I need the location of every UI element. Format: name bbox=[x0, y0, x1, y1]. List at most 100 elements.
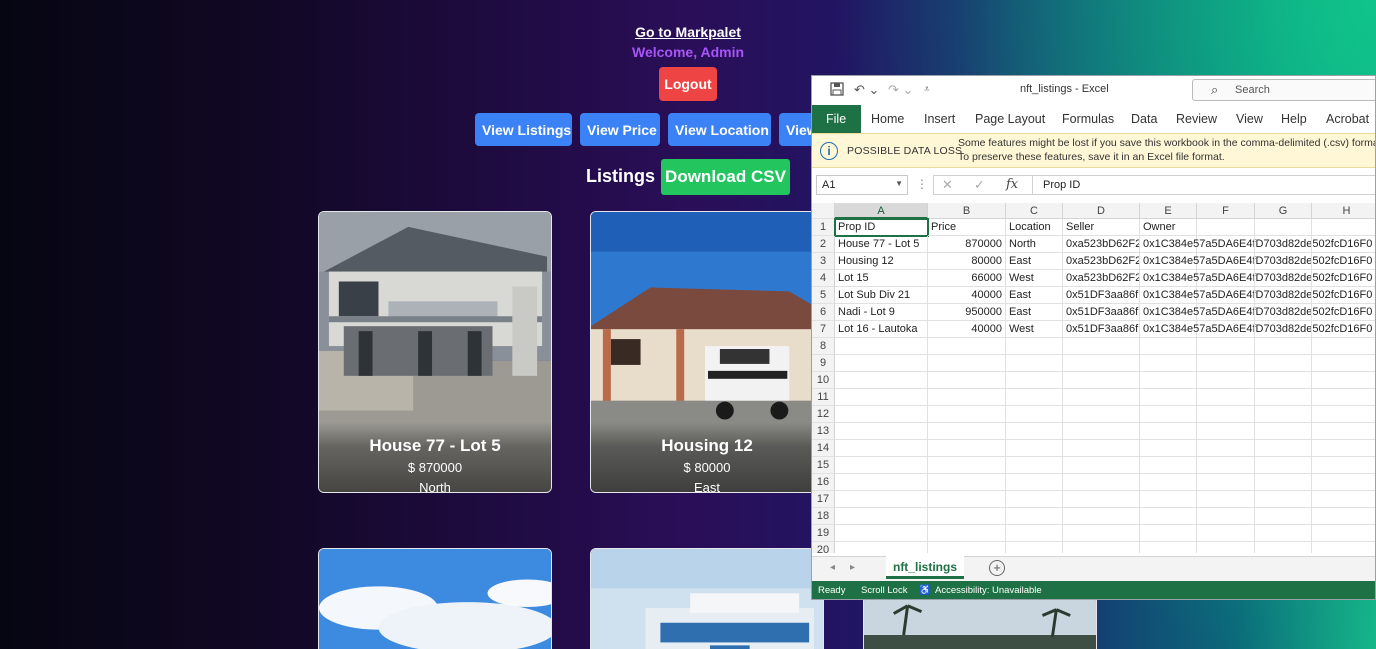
grid-cell[interactable] bbox=[1197, 406, 1255, 423]
grid-cell[interactable]: 40000 bbox=[928, 321, 1006, 338]
grid-cell[interactable] bbox=[1197, 355, 1255, 372]
grid-cell[interactable]: 0x1C384e57a5DA6E4fD703d82de502fcD16F0 bbox=[1140, 236, 1372, 253]
column-header[interactable]: G bbox=[1255, 203, 1312, 219]
grid-cell[interactable] bbox=[1197, 236, 1255, 253]
tab-help[interactable]: Help bbox=[1281, 105, 1307, 133]
formula-input[interactable]: Prop ID bbox=[1033, 175, 1375, 195]
grid-cell[interactable]: 0x1C384e57a5DA6E4fD703d82de502fcD16F0 bbox=[1140, 270, 1372, 287]
row-header[interactable]: 19 bbox=[812, 525, 835, 542]
listing-card[interactable]: House 77 - Lot 5 $ 870000 North bbox=[318, 211, 552, 493]
grid-cell[interactable]: 0x51DF3aa86f bbox=[1063, 304, 1140, 321]
column-header[interactable]: E bbox=[1140, 203, 1197, 219]
grid-cell[interactable]: 0x1C384e57a5DA6E4fD703d82de502fcD16F0 bbox=[1140, 304, 1372, 321]
grid-cell[interactable] bbox=[928, 440, 1006, 457]
grid-cell[interactable] bbox=[1312, 338, 1375, 355]
grid-cell[interactable] bbox=[1006, 338, 1063, 355]
grid-cell[interactable] bbox=[835, 491, 928, 508]
grid-cell[interactable] bbox=[1197, 525, 1255, 542]
grid-cell[interactable] bbox=[835, 542, 928, 553]
grid-cell[interactable]: 66000 bbox=[928, 270, 1006, 287]
column-header[interactable]: F bbox=[1197, 203, 1255, 219]
grid-cell[interactable] bbox=[1063, 440, 1140, 457]
grid-cell[interactable] bbox=[1140, 406, 1197, 423]
row-header[interactable]: 14 bbox=[812, 440, 835, 457]
grid-cell[interactable] bbox=[1063, 423, 1140, 440]
redo-icon[interactable]: ↷ ⌄ bbox=[888, 82, 913, 98]
tab-page-layout[interactable]: Page Layout bbox=[975, 105, 1045, 133]
grid-cell[interactable] bbox=[1140, 389, 1197, 406]
grid-cell[interactable] bbox=[928, 491, 1006, 508]
grid-cell[interactable] bbox=[1312, 508, 1375, 525]
grid-cell[interactable] bbox=[1312, 253, 1375, 270]
cancel-icon[interactable]: ✕ bbox=[942, 177, 953, 193]
enter-icon[interactable]: ✓ bbox=[974, 177, 985, 193]
grid-cell[interactable] bbox=[1006, 457, 1063, 474]
grid-cell[interactable] bbox=[1312, 389, 1375, 406]
grid-cell[interactable] bbox=[1255, 423, 1312, 440]
row-header[interactable]: 2 bbox=[812, 236, 835, 253]
grid-cell[interactable] bbox=[1140, 508, 1197, 525]
grid-cell[interactable] bbox=[1312, 474, 1375, 491]
listing-card[interactable] bbox=[590, 548, 824, 649]
row-header[interactable]: 7 bbox=[812, 321, 835, 338]
column-header[interactable]: C bbox=[1006, 203, 1063, 219]
grid-cell[interactable] bbox=[1197, 491, 1255, 508]
grid-cell[interactable] bbox=[928, 457, 1006, 474]
grid-cell[interactable]: 0x1C384e57a5DA6E4fD703d82de502fcD16F0 bbox=[1140, 321, 1372, 338]
grid-cell[interactable] bbox=[835, 423, 928, 440]
grid-cell[interactable]: 0x51DF3aa86f bbox=[1063, 321, 1140, 338]
scroll-right-icon[interactable]: ▸ bbox=[850, 562, 855, 573]
grid-cell[interactable] bbox=[1063, 491, 1140, 508]
grid-cell[interactable] bbox=[1140, 474, 1197, 491]
view-price-button[interactable]: View Price bbox=[580, 113, 660, 146]
grid-cell[interactable] bbox=[928, 406, 1006, 423]
tab-acrobat[interactable]: Acrobat bbox=[1326, 105, 1369, 133]
grid-cell[interactable]: 40000 bbox=[928, 287, 1006, 304]
grid-cell[interactable] bbox=[1312, 457, 1375, 474]
grid-cell[interactable] bbox=[1140, 491, 1197, 508]
grid-cell[interactable] bbox=[1140, 542, 1197, 553]
download-csv-button[interactable]: Download CSV bbox=[661, 159, 790, 195]
scroll-left-icon[interactable]: ◂ bbox=[830, 562, 835, 573]
grid-cell[interactable] bbox=[1197, 423, 1255, 440]
row-header[interactable]: 9 bbox=[812, 355, 835, 372]
grid-cell[interactable] bbox=[1312, 525, 1375, 542]
grid-cell[interactable] bbox=[1197, 372, 1255, 389]
grid-cell[interactable] bbox=[928, 542, 1006, 553]
customize-toolbar-icon[interactable]: ⩡ bbox=[924, 84, 930, 95]
grid-cell[interactable]: Lot Sub Div 21 bbox=[835, 287, 928, 304]
grid-cell[interactable]: 870000 bbox=[928, 236, 1006, 253]
grid-cell[interactable] bbox=[1312, 321, 1375, 338]
grid-cell[interactable] bbox=[1255, 355, 1312, 372]
row-header[interactable]: 1 bbox=[812, 219, 835, 236]
grid-cell[interactable]: Lot 16 - Lautoka bbox=[835, 321, 928, 338]
grid-cell[interactable] bbox=[1255, 236, 1312, 253]
tab-insert[interactable]: Insert bbox=[924, 105, 955, 133]
grid-cell[interactable] bbox=[1063, 372, 1140, 389]
grid-cell[interactable] bbox=[1140, 372, 1197, 389]
grid-cell[interactable] bbox=[1312, 372, 1375, 389]
grid-cell[interactable] bbox=[835, 508, 928, 525]
grid-cell[interactable] bbox=[928, 525, 1006, 542]
row-header[interactable]: 17 bbox=[812, 491, 835, 508]
grid-cell[interactable] bbox=[1006, 508, 1063, 525]
grid-cell[interactable] bbox=[1063, 389, 1140, 406]
grid-cell[interactable] bbox=[1255, 508, 1312, 525]
grid-cell[interactable] bbox=[1006, 372, 1063, 389]
grid-cell[interactable] bbox=[1197, 508, 1255, 525]
grid-cell[interactable] bbox=[1255, 270, 1312, 287]
grid-cell[interactable] bbox=[1006, 440, 1063, 457]
tab-file[interactable]: File bbox=[812, 105, 861, 133]
grid-cell[interactable] bbox=[1006, 474, 1063, 491]
grid-cell[interactable] bbox=[1255, 525, 1312, 542]
add-sheet-icon[interactable]: + bbox=[989, 560, 1005, 576]
grid-cell[interactable] bbox=[1140, 525, 1197, 542]
undo-icon[interactable]: ↶ ⌄ bbox=[854, 82, 879, 98]
grid-cell[interactable]: Nadi - Lot 9 bbox=[835, 304, 928, 321]
grid-cell[interactable] bbox=[1006, 491, 1063, 508]
grid-cell[interactable]: House 77 - Lot 5 bbox=[835, 236, 928, 253]
grid-cell[interactable] bbox=[1006, 542, 1063, 553]
grid-cell[interactable] bbox=[1140, 440, 1197, 457]
grid-cell[interactable] bbox=[1312, 491, 1375, 508]
grid-cell[interactable] bbox=[1255, 372, 1312, 389]
